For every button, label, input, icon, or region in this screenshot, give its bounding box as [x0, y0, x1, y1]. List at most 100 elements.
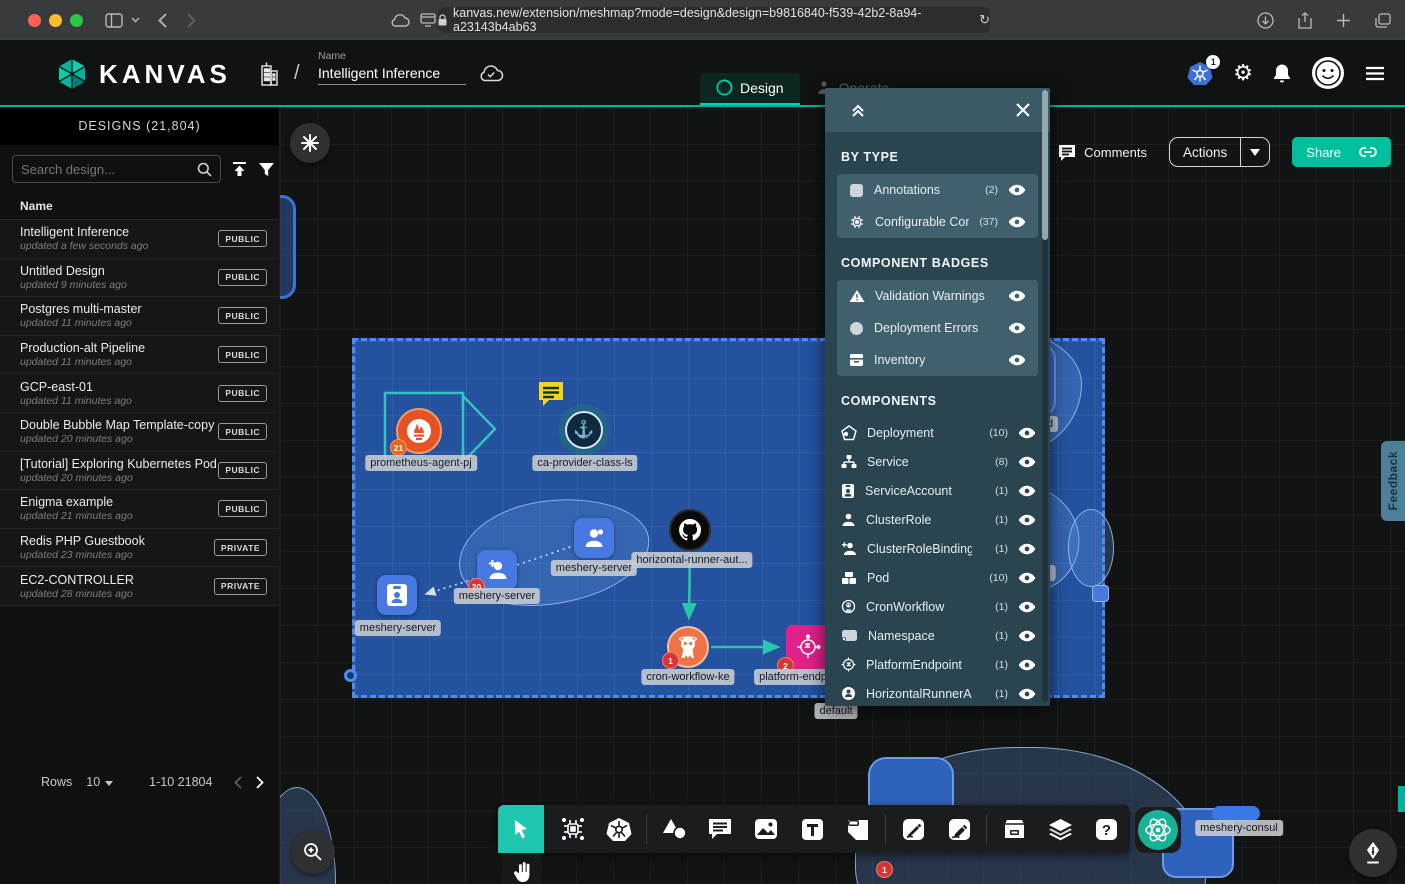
search-box[interactable]: [12, 155, 221, 183]
feedback-tab[interactable]: Feedback: [1381, 441, 1405, 521]
actions-dropdown-toggle[interactable]: [1240, 138, 1269, 166]
badges-row-validation[interactable]: Validation Warnings: [837, 280, 1038, 312]
comment-tool[interactable]: [697, 805, 743, 853]
design-name-input[interactable]: [318, 62, 466, 85]
drawer-tool[interactable]: [991, 805, 1037, 853]
eye-icon[interactable]: [1008, 183, 1026, 197]
draw-freehand-tool[interactable]: [890, 805, 936, 853]
prev-page-button[interactable]: [234, 776, 242, 789]
next-page-button[interactable]: [256, 776, 264, 789]
eye-icon[interactable]: [1018, 542, 1036, 556]
eye-icon[interactable]: [1008, 353, 1026, 367]
node-label[interactable]: horizontal-runner-aut...: [631, 552, 752, 568]
node-label[interactable]: meshery-server: [454, 588, 540, 604]
help-tool[interactable]: ?: [1083, 805, 1129, 853]
share-page-icon[interactable]: [1298, 12, 1312, 29]
node-label[interactable]: prometheus-agent-pj: [365, 455, 477, 471]
clusterrole-node[interactable]: [574, 518, 614, 558]
filter-icon[interactable]: [258, 162, 275, 177]
warning-count-badge[interactable]: 21: [390, 439, 407, 456]
tab-design[interactable]: Design: [700, 73, 800, 105]
kubernetes-context-icon[interactable]: 1: [1187, 61, 1213, 86]
component-row-cronworkflow[interactable]: CronWorkflow (1): [825, 592, 1050, 621]
node-label[interactable]: meshery-server: [551, 560, 637, 576]
design-list-item[interactable]: Intelligent Inferenceupdated a few secon…: [0, 220, 279, 259]
user-avatar[interactable]: [1311, 56, 1345, 90]
collapse-all-icon[interactable]: [851, 103, 865, 117]
eye-icon[interactable]: [1018, 455, 1036, 469]
import-design-icon[interactable]: [231, 161, 248, 177]
forward-button[interactable]: [187, 13, 196, 28]
pen-mode-button[interactable]: [1349, 829, 1397, 877]
minimize-window-button[interactable]: [49, 14, 62, 27]
zoom-button[interactable]: [291, 830, 335, 874]
selection-handle[interactable]: [344, 669, 357, 682]
component-row-clusterrole[interactable]: ClusterRole (1): [825, 505, 1050, 534]
eye-icon[interactable]: [1018, 658, 1036, 672]
eye-icon[interactable]: [1008, 321, 1026, 335]
node-label[interactable]: ca-provider-class-ls: [532, 455, 637, 471]
github-runner-node[interactable]: [669, 509, 711, 551]
eye-icon[interactable]: [1008, 215, 1026, 229]
snowflake-button[interactable]: [290, 123, 330, 163]
component-row-horizontalrunner[interactable]: HorizontalRunnerAutos (1): [825, 679, 1050, 706]
notifications-bell-icon[interactable]: [1273, 63, 1291, 83]
component-row-deployment[interactable]: Deployment (10): [825, 418, 1050, 447]
eye-icon[interactable]: [1018, 426, 1036, 440]
pan-tool[interactable]: [502, 853, 542, 884]
platformendpoint-node[interactable]: 2: [786, 625, 830, 669]
design-list-item[interactable]: Production-alt Pipelineupdated 11 minute…: [0, 336, 279, 375]
comments-button[interactable]: Comments: [1058, 144, 1147, 161]
organization-icon[interactable]: [258, 60, 280, 86]
badges-row-errors[interactable]: Deployment Errors: [837, 312, 1038, 344]
design-list-item[interactable]: Untitled Designupdated 9 minutes ago PUB…: [0, 259, 279, 298]
actions-label[interactable]: Actions: [1170, 138, 1240, 166]
search-input[interactable]: [21, 162, 197, 177]
design-list-item[interactable]: [Tutorial] Exploring Kubernetes Podupdat…: [0, 452, 279, 491]
meshery-extension-button[interactable]: [1135, 807, 1181, 853]
chevron-down-icon[interactable]: [131, 17, 140, 23]
design-list-item[interactable]: Redis PHP Guestbookupdated 23 minutes ag…: [0, 529, 279, 568]
close-icon[interactable]: [1016, 103, 1030, 117]
node-label[interactable]: meshery-consul: [1195, 820, 1283, 836]
design-list-item[interactable]: Postgres multi-masterupdated 11 minutes …: [0, 297, 279, 336]
eye-icon[interactable]: [1008, 289, 1026, 303]
reload-icon[interactable]: ↻: [979, 12, 990, 28]
share-button[interactable]: Share: [1292, 137, 1391, 167]
comment-annotation[interactable]: [536, 379, 566, 407]
sidebar-toggle-icon[interactable]: [105, 13, 123, 28]
select-tool[interactable]: [498, 805, 544, 853]
eye-icon[interactable]: [1018, 687, 1036, 701]
component-row-namespace[interactable]: Namespace (1): [825, 621, 1050, 650]
node-label[interactable]: meshery-server: [355, 620, 441, 636]
eye-icon[interactable]: [1018, 629, 1036, 643]
component-shapes-tool[interactable]: [550, 805, 596, 853]
node-label[interactable]: cron-workflow-ke: [641, 669, 734, 685]
eye-icon[interactable]: [1018, 484, 1036, 498]
clusterrolebinding-node[interactable]: 20: [477, 550, 517, 590]
by-type-row-configurable[interactable]: Configurable Compon (37): [837, 206, 1038, 238]
panel-scrollbar[interactable]: [1042, 90, 1048, 702]
kubernetes-tool[interactable]: [596, 805, 642, 853]
rows-per-page-select[interactable]: 10: [86, 775, 113, 789]
actions-split-button[interactable]: Actions: [1169, 137, 1270, 167]
component-row-pod[interactable]: Pod (10): [825, 563, 1050, 592]
new-tab-icon[interactable]: [1336, 13, 1351, 28]
cert-manager-node[interactable]: ⚓: [565, 411, 603, 449]
image-tool[interactable]: [743, 805, 789, 853]
search-icon[interactable]: [197, 162, 212, 177]
page-settings-icon[interactable]: [420, 13, 436, 27]
annotate-pen-tool[interactable]: [936, 805, 982, 853]
by-type-row-annotations[interactable]: Annotations (2): [837, 174, 1038, 206]
node-fragment[interactable]: [1092, 585, 1109, 602]
design-list-item[interactable]: EC2-CONTROLLERupdated 28 minutes ago PRI…: [0, 567, 279, 606]
text-tool[interactable]: [789, 805, 835, 853]
shapes-tool[interactable]: [651, 805, 697, 853]
serviceaccount-node[interactable]: [377, 575, 417, 615]
design-list-item[interactable]: Double Bubble Map Template-copyupdated 2…: [0, 413, 279, 452]
panel-scrollbar-thumb[interactable]: [1042, 90, 1048, 240]
back-button[interactable]: [158, 13, 167, 28]
eye-icon[interactable]: [1018, 600, 1036, 614]
tab-overview-icon[interactable]: [1375, 13, 1391, 28]
close-window-button[interactable]: [28, 14, 41, 27]
